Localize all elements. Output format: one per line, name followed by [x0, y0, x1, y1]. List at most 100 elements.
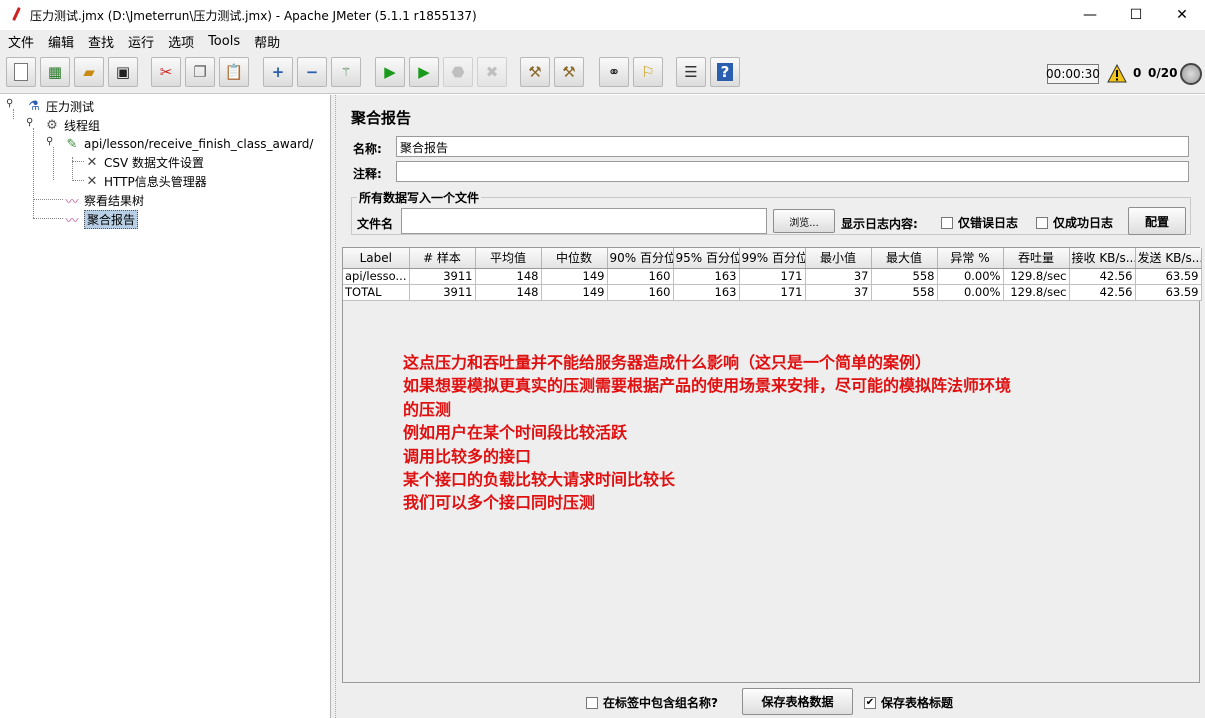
errors-only-checkbox[interactable]: 仅错误日志	[941, 214, 1018, 231]
column-header[interactable]: 90% 百分位	[607, 248, 674, 269]
table-cell: 3911	[409, 268, 476, 285]
errors-only-label: 仅错误日志	[958, 216, 1019, 230]
column-header[interactable]: 中位数	[541, 248, 608, 269]
start-no-pause-button[interactable]: ▶	[409, 57, 439, 87]
success-only-checkbox[interactable]: 仅成功日志	[1036, 214, 1113, 231]
save-button[interactable]: ▣	[108, 57, 138, 87]
include-group-name-checkbox[interactable]: 在标签中包含组名称?	[586, 694, 718, 711]
function-helper-button[interactable]: ☰	[676, 57, 706, 87]
menu-edit[interactable]: 编辑	[40, 32, 80, 51]
column-header[interactable]: 平均值	[475, 248, 542, 269]
table-header-row: Label # 样本 平均值 中位数 90% 百分位 95% 百分位 99% 百…	[343, 248, 1202, 269]
warning-icon[interactable]	[1107, 64, 1127, 84]
column-header[interactable]: Label	[343, 248, 410, 269]
success-only-label: 仅成功日志	[1053, 216, 1114, 230]
table-cell: 160	[607, 284, 674, 301]
table-cell: 0.00%	[937, 268, 1004, 285]
clear-button[interactable]: ⚒	[520, 57, 550, 87]
paste-button[interactable]: 📋	[219, 57, 249, 87]
configure-button[interactable]: 配置	[1128, 207, 1186, 235]
save-table-data-button[interactable]: 保存表格数据	[742, 688, 853, 715]
tree-item-csv-config[interactable]: ✕ CSV 数据文件设置	[84, 153, 204, 171]
help-icon: ?	[716, 63, 734, 81]
copy-button[interactable]: ❐	[185, 57, 215, 87]
active-threads: 0/20	[1148, 66, 1178, 80]
stop-button[interactable]: ⬣	[443, 57, 473, 87]
expand-toggle-icon[interactable]: ⚲	[26, 117, 33, 128]
menu-help[interactable]: 帮助	[246, 32, 286, 51]
toggle-button[interactable]: ⚚	[331, 57, 361, 87]
column-header[interactable]: 最大值	[871, 248, 938, 269]
filename-input[interactable]	[401, 208, 767, 234]
pipette-icon: ✎	[66, 136, 78, 152]
table-cell: 149	[541, 268, 608, 285]
checkbox-checked-icon: ✔	[864, 696, 876, 709]
function-helper-icon: ☰	[684, 63, 698, 81]
open-button[interactable]: ▰	[74, 57, 104, 87]
table-cell: 160	[607, 268, 674, 285]
expand-toggle-icon[interactable]: ⚲	[6, 98, 13, 109]
column-header[interactable]: 异常 %	[937, 248, 1004, 269]
column-header[interactable]: 吞吐量	[1003, 248, 1070, 269]
browse-button[interactable]: 浏览...	[773, 209, 835, 233]
reset-search-icon: ⚐	[641, 63, 655, 81]
templates-button[interactable]: ▦	[40, 57, 70, 87]
search-button[interactable]: ⚭	[599, 57, 629, 87]
shutdown-button[interactable]: ✖	[477, 57, 507, 87]
column-header[interactable]: # 样本	[409, 248, 476, 269]
menu-search[interactable]: 查找	[80, 32, 120, 51]
note-line: 的压测	[403, 399, 452, 419]
menu-tools[interactable]: Tools	[200, 34, 246, 49]
start-button[interactable]: ▶	[375, 57, 405, 87]
title-bar: 压力测试.jmx (D:\Jmeterrun\压力测试.jmx) - Apach…	[0, 0, 1205, 30]
tree-item-label: CSV 数据文件设置	[104, 155, 205, 170]
split-pane-divider[interactable]	[331, 95, 341, 718]
new-button[interactable]	[6, 57, 36, 87]
file-group-title: 所有数据写入一个文件	[357, 189, 482, 206]
tree-item-label: 察看结果树	[84, 193, 145, 208]
menu-options[interactable]: 选项	[160, 32, 200, 51]
collapse-icon: −	[305, 63, 319, 81]
help-button[interactable]: ?	[710, 57, 740, 87]
table-cell: 63.59	[1135, 284, 1202, 301]
note-line: 调用比较多的接口	[403, 446, 532, 466]
expand-toggle-icon[interactable]: ⚲	[46, 136, 53, 147]
menu-run[interactable]: 运行	[120, 32, 160, 51]
tree-item-results-tree[interactable]: 〰 察看结果树	[64, 191, 145, 210]
column-header[interactable]: 99% 百分位	[739, 248, 806, 269]
tree-item-thread-group[interactable]: ⚙ 线程组	[44, 116, 100, 134]
tree-item-header-manager[interactable]: ✕ HTTP信息头管理器	[84, 172, 207, 190]
expand-button[interactable]: +	[263, 57, 293, 87]
maximize-button[interactable]: ☐	[1113, 0, 1159, 30]
comment-field[interactable]	[396, 161, 1189, 182]
table-row[interactable]: api/lesso... 3911 148 149 160 163 171 37…	[343, 268, 1202, 285]
table-cell: api/lesso...	[343, 268, 410, 285]
table-cell: 558	[871, 268, 938, 285]
shutdown-icon: ✖	[485, 63, 499, 81]
menu-file[interactable]: 文件	[0, 32, 40, 51]
table-cell: 163	[673, 284, 740, 301]
collapse-button[interactable]: −	[297, 57, 327, 87]
column-header[interactable]: 发送 KB/s...	[1135, 248, 1202, 269]
column-header[interactable]: 最小值	[805, 248, 872, 269]
save-table-header-checkbox[interactable]: ✔ 保存表格标题	[864, 694, 953, 711]
tree-item-test-plan[interactable]: ⚗ 压力测试	[26, 97, 94, 115]
cut-button[interactable]: ✂	[151, 57, 181, 87]
table-cell: 37	[805, 268, 872, 285]
tree-item-http-sampler[interactable]: ✎ api/lesson/receive_finish_class_award/	[64, 135, 314, 153]
table-row[interactable]: TOTAL 3911 148 149 160 163 171 37 558 0.…	[343, 284, 1202, 301]
remote-globe-icon[interactable]	[1180, 63, 1202, 85]
comment-label: 注释:	[353, 167, 382, 181]
tree-item-aggregate-report[interactable]: 〰 聚合报告	[64, 209, 139, 229]
name-field[interactable]: 聚合报告	[396, 136, 1189, 157]
clear-all-button[interactable]: ⚒	[554, 57, 584, 87]
table-options-bar: 在标签中包含组名称? 保存表格数据 ✔ 保存表格标题	[341, 683, 1205, 718]
close-button[interactable]: ✕	[1159, 0, 1205, 30]
minimize-button[interactable]: —	[1067, 0, 1113, 30]
toggle-icon: ⚚	[340, 65, 352, 79]
reset-search-button[interactable]: ⚐	[633, 57, 663, 87]
search-icon: ⚭	[607, 63, 621, 81]
column-header[interactable]: 95% 百分位	[673, 248, 740, 269]
table-cell: 129.8/sec	[1003, 284, 1070, 301]
column-header[interactable]: 接收 KB/s...	[1069, 248, 1136, 269]
